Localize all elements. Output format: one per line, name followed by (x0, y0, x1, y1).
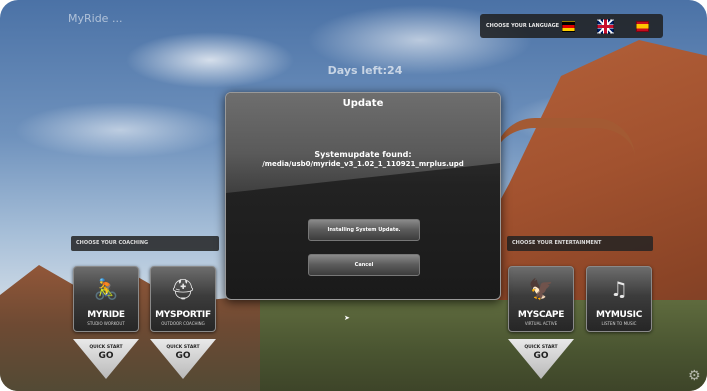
install-update-button[interactable]: Installing System Update. (308, 219, 420, 241)
tile-title: MYMUSIC (595, 310, 643, 320)
quick-start-label: QUICK START (89, 345, 123, 350)
mouse-cursor-icon: ➤ (344, 314, 350, 322)
spanish-flag-icon[interactable] (636, 20, 649, 32)
dialog-message: Systemupdate found: (314, 150, 412, 159)
uk-flag-icon[interactable] (597, 18, 614, 34)
update-dialog: Update Systemupdate found: /media/usb0/m… (225, 92, 501, 300)
rock-arch (495, 118, 635, 158)
coaching-section-label: CHOOSE YOUR COACHING (71, 236, 219, 251)
days-left-label: Days left:24 (327, 64, 403, 77)
quick-start-label: QUICK START (524, 345, 558, 350)
dialog-file-path: /media/usb0/myride_v3_1.02_1_110921_mrpl… (262, 160, 464, 168)
tile-title: MYSPORTIF (155, 310, 211, 320)
tile-subtitle: VIRTUAL ACTIVE (524, 321, 558, 326)
myscape-tile[interactable]: 🦅 MYSCAPE VIRTUAL ACTIVE (508, 266, 574, 332)
language-label: CHOOSE YOUR LANGUAGE (486, 23, 560, 29)
brand-logo: MyRide ... (68, 12, 123, 25)
eagle-icon: 🦅 (528, 277, 554, 301)
bike-icon: 🚴 (93, 277, 119, 301)
mysportif-tile[interactable]: ⛑ MYSPORTIF OUTDOOR COACHING (150, 266, 216, 332)
tile-subtitle: STUDIO WORKOUT (87, 321, 125, 326)
gear-icon[interactable]: ⚙ (688, 368, 701, 384)
tile-title: MYRIDE (87, 310, 125, 320)
tile-subtitle: OUTDOOR COACHING (161, 321, 205, 326)
language-selector: CHOOSE YOUR LANGUAGE (480, 14, 663, 38)
music-note-icon: ♫ (610, 277, 628, 301)
mymusic-tile[interactable]: ♫ MYMUSIC LISTEN TO MUSIC (586, 266, 652, 332)
screen: MyRide ... Days left:24 CHOOSE YOUR LANG… (0, 0, 707, 391)
quick-start-label: QUICK START (166, 345, 200, 350)
helmet-icon: ⛑ (170, 277, 196, 301)
dialog-title: Update (342, 98, 384, 109)
entertainment-section-label: CHOOSE YOUR ENTERTAINMENT (507, 236, 653, 251)
tile-subtitle: LISTEN TO MUSIC (601, 321, 637, 326)
myride-tile[interactable]: 🚴 MYRIDE STUDIO WORKOUT (73, 266, 139, 332)
german-flag-icon[interactable] (562, 20, 575, 32)
cancel-button[interactable]: Cancel (308, 254, 420, 276)
tile-title: MYSCAPE (517, 310, 565, 320)
